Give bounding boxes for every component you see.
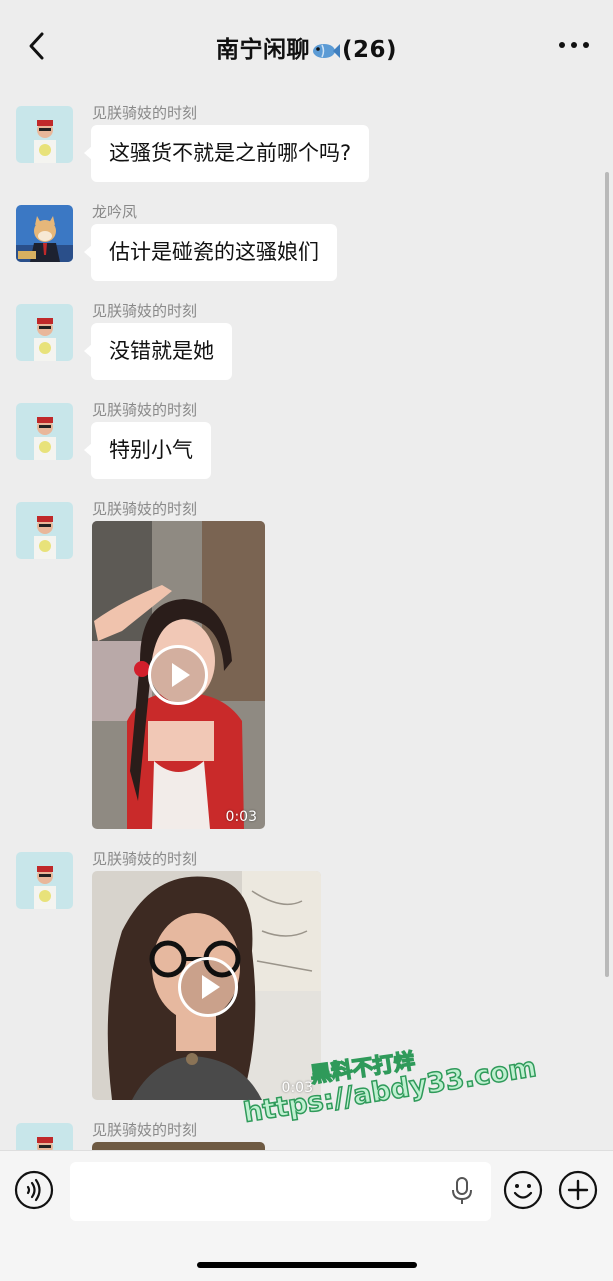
member-count: (26) — [341, 37, 398, 63]
play-icon[interactable] — [178, 957, 238, 1017]
chat-message-list[interactable]: 见朕骑妓的时刻 这骚货不就是之前哪个吗? 龙吟凤 估计是碰瓷的这骚娘们 见朕骑妓… — [0, 90, 613, 1150]
message-bubble[interactable]: 没错就是她 — [84, 323, 232, 380]
avatar[interactable] — [16, 1123, 73, 1150]
video-message[interactable]: 0:03 — [92, 871, 321, 1100]
sender-name: 见朕骑妓的时刻 — [92, 1121, 198, 1139]
chat-title: 南宁闲聊 (26) — [0, 30, 613, 64]
message-bubble[interactable]: 特别小气 — [84, 422, 211, 479]
microphone-icon[interactable] — [450, 1176, 474, 1206]
home-indicator[interactable] — [197, 1262, 417, 1268]
avatar[interactable] — [16, 852, 73, 909]
emoji-icon[interactable] — [503, 1170, 543, 1210]
play-icon[interactable] — [148, 645, 208, 705]
fish-emoji-icon — [312, 43, 340, 58]
avatar[interactable] — [16, 502, 73, 559]
avatar[interactable] — [16, 205, 73, 262]
chat-header: 南宁闲聊 (26) — [0, 0, 613, 90]
sender-name: 见朕骑妓的时刻 — [92, 850, 198, 868]
video-duration: 0:03 — [225, 809, 257, 825]
sender-name: 见朕骑妓的时刻 — [92, 302, 198, 320]
sender-name: 龙吟凤 — [92, 203, 138, 221]
plus-icon[interactable] — [558, 1170, 598, 1210]
sender-name: 见朕骑妓的时刻 — [92, 500, 198, 518]
message-bubble[interactable]: 这骚货不就是之前哪个吗? — [83, 125, 370, 182]
avatar[interactable] — [16, 304, 73, 361]
video-message[interactable]: 0:03 — [92, 521, 265, 829]
more-options-icon[interactable] — [557, 36, 591, 54]
video-message[interactable] — [92, 1142, 265, 1150]
avatar[interactable] — [16, 106, 73, 163]
avatar[interactable] — [16, 403, 73, 460]
sender-name: 见朕骑妓的时刻 — [92, 104, 198, 122]
video-thumbnail — [92, 1142, 265, 1150]
voice-mode-icon[interactable] — [14, 1170, 54, 1210]
input-bar — [0, 1150, 613, 1281]
message-input[interactable] — [70, 1162, 491, 1221]
scrollbar[interactable] — [605, 172, 609, 977]
message-bubble[interactable]: 估计是碰瓷的这骚娘们 — [84, 224, 337, 281]
group-name: 南宁闲聊 — [215, 37, 310, 63]
sender-name: 见朕骑妓的时刻 — [92, 401, 198, 419]
